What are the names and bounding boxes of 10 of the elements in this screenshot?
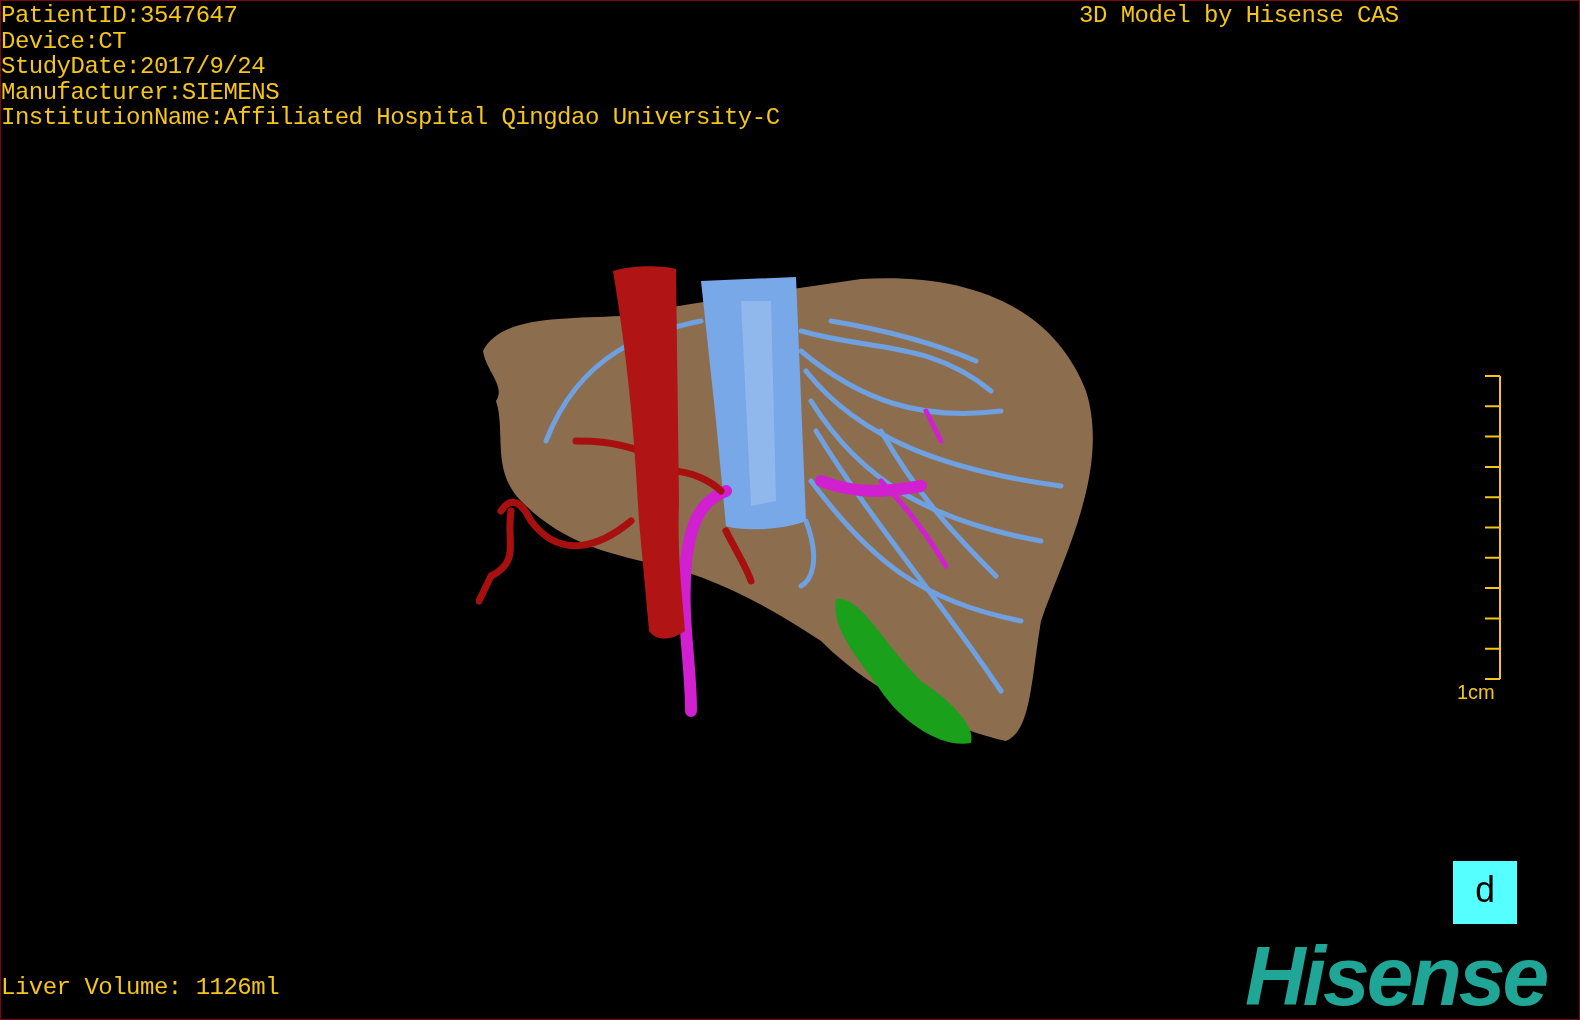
institution-name: InstitutionName:Affiliated Hospital Qingdao University-C: [1, 105, 780, 131]
orientation-button[interactable]: d: [1453, 861, 1517, 924]
liver-volume: Liver Volume: 1126ml: [1, 975, 280, 1001]
manufacturer: Manufacturer:SIEMENS: [1, 79, 281, 105]
model-credit: 3D Model by Hisense CAS: [1079, 3, 1399, 29]
scale-label: 1cm: [1457, 681, 1495, 703]
brand-logo: Hisense: [1245, 934, 1547, 1018]
device: Device:CT: [1, 28, 128, 54]
study-date: StudyDate:2017/9/24: [1, 54, 267, 80]
patient-id: PatientID:3547647: [1, 3, 239, 29]
